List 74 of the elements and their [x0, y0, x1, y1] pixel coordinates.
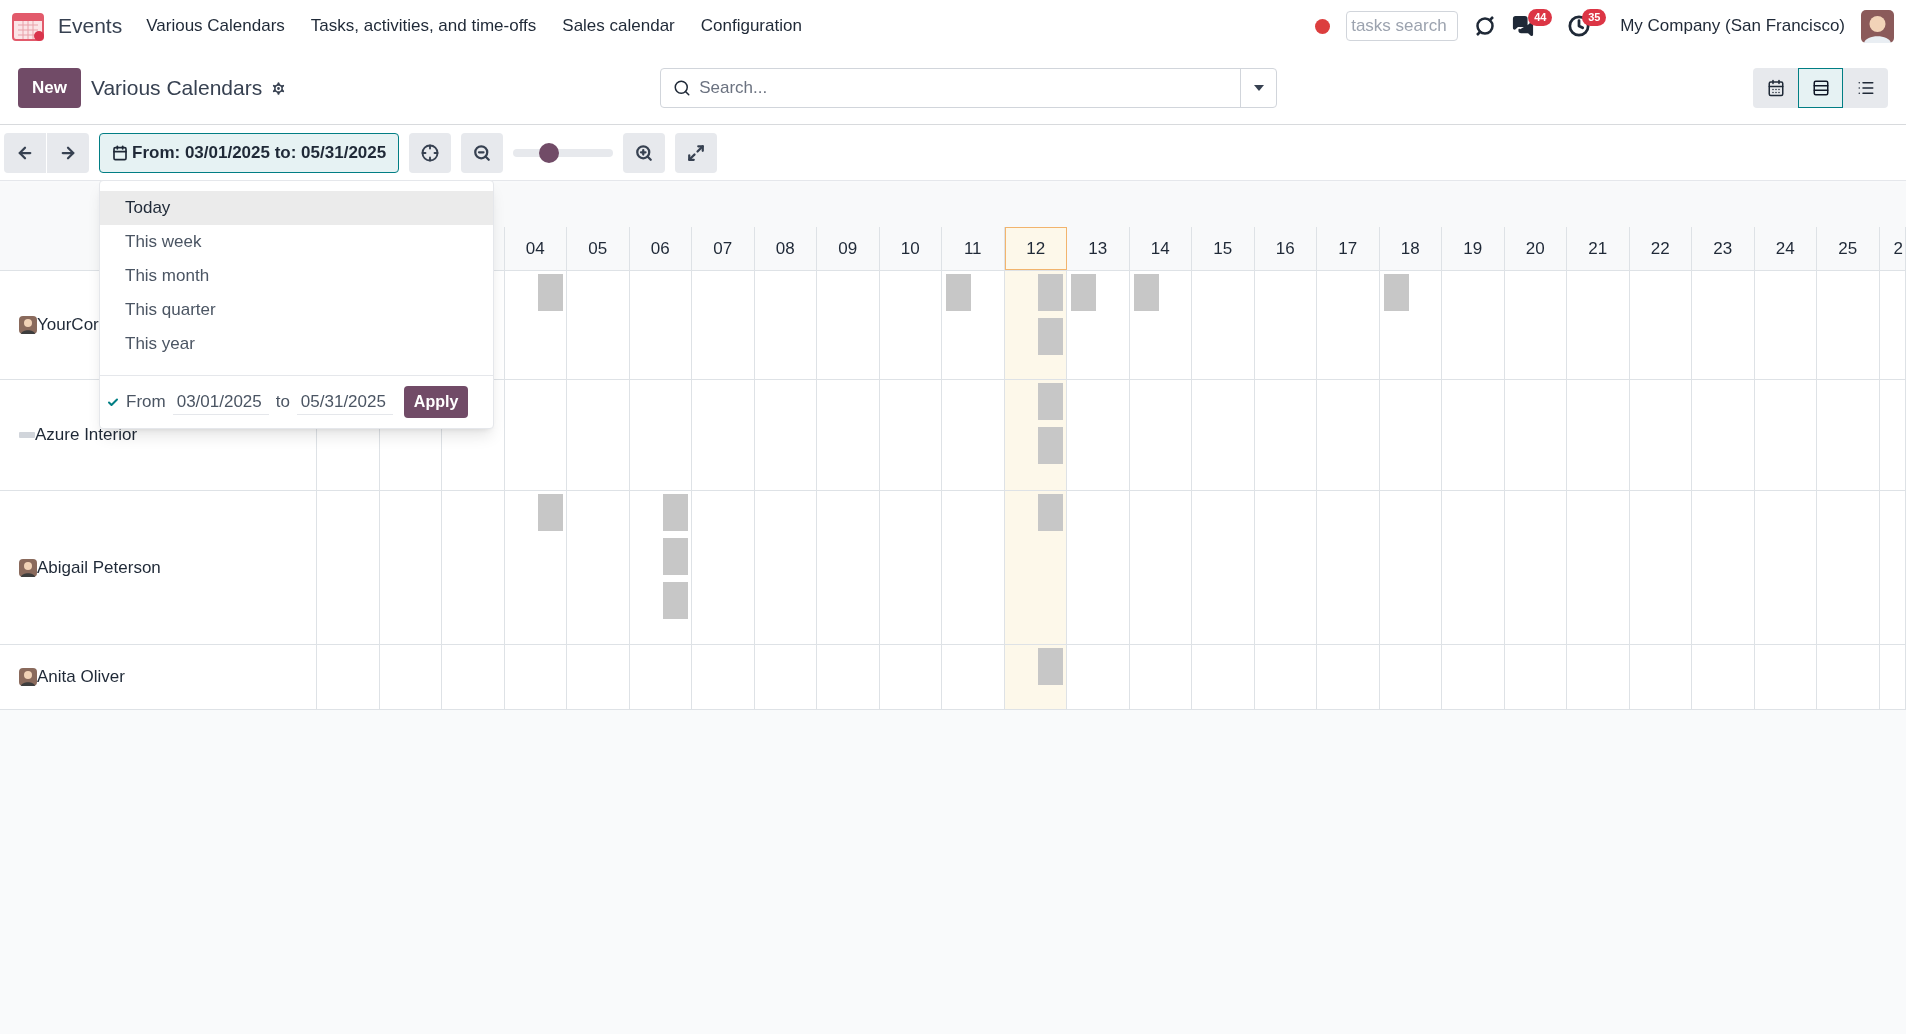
- search-icon: [673, 79, 692, 97]
- zoom-out-button[interactable]: [461, 132, 504, 173]
- day-header: 06: [629, 227, 692, 270]
- chat-icon[interactable]: [1512, 15, 1535, 37]
- resource-name: Anita Oliver: [37, 666, 125, 689]
- resource-name: Azure Interior: [35, 424, 138, 447]
- day-header: 10: [879, 227, 942, 270]
- day-header: 18: [1379, 227, 1442, 270]
- zoom-in-button[interactable]: [623, 132, 666, 173]
- day-header: 16: [1254, 227, 1317, 270]
- day-header: 08: [754, 227, 817, 270]
- date-range-button[interactable]: From: 03/01/2025 to: 05/31/2025: [99, 132, 400, 173]
- day-header: 15: [1192, 227, 1255, 270]
- day-header: 24: [1754, 227, 1817, 270]
- settings-icon[interactable]: [270, 79, 288, 97]
- menu-option[interactable]: This week: [100, 225, 493, 259]
- company-name[interactable]: My Company (San Francisco): [1620, 13, 1845, 39]
- caret-icon: [1253, 85, 1264, 91]
- resource-name: Abigail Peterson: [37, 556, 161, 579]
- app-logo-icon[interactable]: [12, 10, 46, 42]
- gantt-icon: [1811, 79, 1830, 97]
- search-bar[interactable]: Search...: [660, 68, 1278, 108]
- resource-name: YourCor: [37, 314, 99, 337]
- end-date-field[interactable]: 05/31/2025: [296, 388, 393, 416]
- menu-item[interactable]: Tasks, activities, and time-offs: [310, 13, 537, 39]
- activity-count-badge: 35: [1582, 9, 1607, 26]
- tasks-search-field[interactable]: tasks search: [1346, 11, 1459, 41]
- day-header: 04: [504, 227, 567, 270]
- search-field[interactable]: Search...: [699, 75, 1241, 101]
- menu-option[interactable]: This month: [100, 259, 493, 293]
- next-button[interactable]: [47, 132, 89, 173]
- day-header: 23: [1692, 227, 1755, 270]
- view-switch-button[interactable]: [1798, 68, 1843, 108]
- to-label: to: [275, 391, 290, 414]
- expand-icon: [687, 143, 706, 162]
- zoom-in-icon: [635, 143, 654, 162]
- day-header: 22: [1629, 227, 1692, 270]
- user-avatar[interactable]: [1861, 9, 1894, 43]
- day-header: 09: [817, 227, 880, 270]
- menu-item[interactable]: Various Calendars: [146, 13, 285, 39]
- day-header: 12: [1004, 227, 1067, 270]
- day-header: 05: [567, 227, 630, 270]
- menu-option[interactable]: This year: [100, 327, 493, 361]
- day-header: 2: [1879, 227, 1906, 270]
- crosshair-icon: [421, 143, 440, 162]
- zoom-out-icon: [473, 143, 492, 162]
- menu-option[interactable]: This quarter: [100, 293, 493, 327]
- new-button[interactable]: New: [18, 68, 81, 108]
- from-label: From: [126, 391, 166, 414]
- day-header: 21: [1567, 227, 1630, 270]
- zoom-slider[interactable]: [513, 142, 614, 163]
- day-header: 11: [942, 227, 1005, 270]
- message-count-badge: 44: [1528, 9, 1553, 26]
- day-header: 20: [1504, 227, 1567, 270]
- calendar-icon: [1766, 79, 1785, 97]
- calendar-icon: [112, 144, 128, 161]
- day-header: 25: [1817, 227, 1880, 270]
- focus-today-button[interactable]: [409, 132, 452, 173]
- day-header: 17: [1317, 227, 1380, 270]
- day-header: 07: [692, 227, 755, 270]
- app-name[interactable]: Events: [58, 10, 123, 42]
- menu-item[interactable]: Configuration: [700, 13, 802, 39]
- list-icon: [1856, 79, 1875, 97]
- menu-option[interactable]: Today: [100, 191, 493, 225]
- day-header: 19: [1442, 227, 1505, 270]
- expand-button[interactable]: [675, 132, 718, 173]
- day-header: 14: [1129, 227, 1192, 270]
- page-title: Various Calendars: [90, 75, 263, 102]
- day-header: 13: [1067, 227, 1130, 270]
- swirl-icon[interactable]: [1474, 15, 1497, 37]
- previous-button[interactable]: [4, 132, 46, 173]
- menu-item[interactable]: Sales calendar: [562, 13, 675, 39]
- apply-button[interactable]: Apply: [403, 386, 469, 418]
- start-date-field[interactable]: 03/01/2025: [172, 388, 269, 416]
